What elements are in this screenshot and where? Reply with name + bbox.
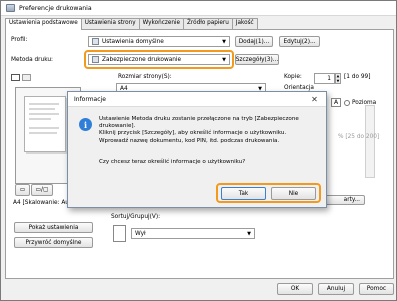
- information-dialog: Informacje ✕ i Ustawienie Metoda druku z…: [67, 91, 327, 208]
- copies-spinner[interactable]: ▲ ▼: [335, 73, 341, 84]
- info-icon: i: [79, 118, 92, 131]
- layout-details-button[interactable]: arty...: [323, 195, 365, 205]
- copies-input[interactable]: 1: [314, 73, 335, 84]
- dialog-message: Ustawienie Metoda druku zostanie przełąc…: [99, 116, 321, 145]
- scale-range: % [25 do 200]: [338, 134, 380, 140]
- profile-edit-button[interactable]: Edytuj(2)...: [279, 36, 320, 47]
- panel-scrollbar[interactable]: [365, 105, 375, 178]
- cancel-button[interactable]: Anuluj: [318, 283, 354, 295]
- layout-icon-button[interactable]: ▭: [15, 184, 30, 196]
- close-icon[interactable]: ✕: [306, 94, 323, 105]
- collate-select[interactable]: Wył ▼: [131, 228, 255, 239]
- details-button[interactable]: Szczegóły(3)...: [235, 54, 279, 65]
- dialog-message-line: Wprowadź nazwę dokumentu, kod PIN, itd. …: [99, 137, 280, 144]
- copies-label: Kopie:: [284, 74, 302, 80]
- page-size-label: Rozmiar strony(S):: [118, 74, 172, 80]
- tab-paper-source[interactable]: Źródło papieru: [183, 18, 233, 29]
- printer-icon: [6, 4, 15, 12]
- yes-button[interactable]: Tak: [221, 187, 266, 200]
- copies-range: [1 do 99]: [344, 74, 371, 80]
- help-button[interactable]: Pomoc: [359, 283, 394, 295]
- tab-finishing[interactable]: Wykończenie: [138, 18, 185, 29]
- preview-sheet: [24, 96, 66, 152]
- chevron-down-icon: ▼: [222, 39, 226, 45]
- profile-value: Ustawienia domyślne: [102, 38, 164, 45]
- dialog-question: Czy chcesz teraz określić informacje o u…: [99, 159, 246, 165]
- settings-view-icon[interactable]: [22, 74, 31, 81]
- tab-quality[interactable]: Jakość: [231, 18, 258, 29]
- copies-value: 1: [327, 75, 331, 82]
- window-title: Preferencje drukowania: [19, 4, 92, 12]
- window-titlebar: Preferencje drukowania: [1, 1, 396, 16]
- landscape-orientation-icon: A: [331, 98, 341, 107]
- collate-icon: [113, 225, 126, 242]
- output-method-label: Metoda druku:: [11, 57, 54, 63]
- collate-value: Wył: [135, 230, 146, 237]
- output-method-select[interactable]: Zabezpieczone drukowanie ▼: [88, 54, 230, 65]
- restore-defaults-button[interactable]: Przywróć domyślne: [14, 237, 93, 248]
- profile-select[interactable]: Ustawienia domyślne ▼: [88, 36, 230, 47]
- chevron-down-icon: ▼: [222, 57, 226, 63]
- ok-button[interactable]: OK: [277, 283, 313, 295]
- chevron-down-icon: ▼: [247, 231, 251, 237]
- finishing-icon-button[interactable]: ▭/▢: [31, 184, 53, 196]
- dialog-title: Informacje: [74, 95, 106, 103]
- tab-page-setup[interactable]: Ustawienia strony: [80, 18, 140, 29]
- show-settings-button[interactable]: Pokaż ustawienia: [14, 222, 93, 233]
- secure-print-icon: [92, 56, 99, 63]
- collate-label: Sortuj/Grupuj(V):: [111, 214, 161, 220]
- preview-mode-icon[interactable]: [11, 74, 20, 81]
- dialog-message-line: Kliknij przycisk [Szczegóły], aby określ…: [99, 130, 287, 137]
- landscape-radio[interactable]: [344, 100, 350, 106]
- dialog-message-line: Ustawienie Metoda druku zostanie przełąc…: [99, 116, 299, 122]
- print-preferences-window: Preferencje drukowania Ustawienia podsta…: [0, 0, 397, 301]
- output-method-value: Zabezpieczone drukowanie: [102, 56, 182, 63]
- profile-label: Profil:: [11, 37, 28, 43]
- tab-strip: Ustawienia podstawowe Ustawienia strony …: [5, 18, 258, 30]
- tab-basic-settings[interactable]: Ustawienia podstawowe: [5, 18, 82, 30]
- no-button[interactable]: Nie: [271, 187, 316, 200]
- dialog-titlebar: Informacje ✕: [68, 92, 326, 107]
- profile-add-button[interactable]: Dodaj(1)...: [235, 36, 273, 47]
- profile-icon: [92, 38, 99, 45]
